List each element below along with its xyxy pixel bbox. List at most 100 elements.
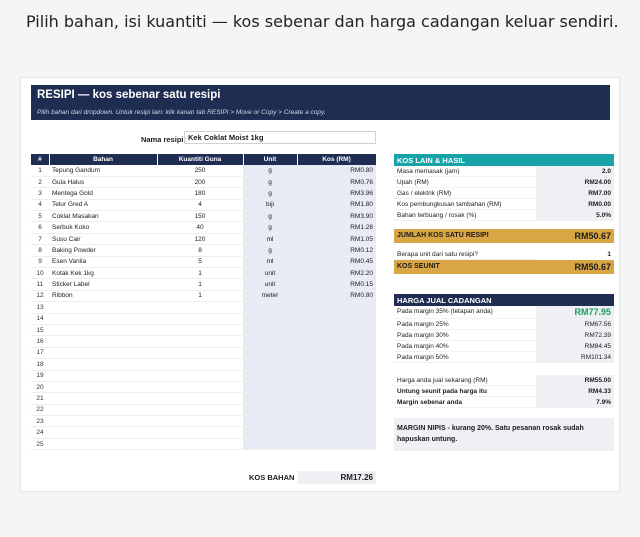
unit-cell[interactable]: unit [243, 267, 297, 280]
unit-cell[interactable] [243, 426, 297, 439]
bahan-cell[interactable]: Ribbon [49, 290, 157, 303]
kuantiti-cell[interactable] [157, 426, 243, 439]
kos-lain-row[interactable]: Bahan terbuang / rosak (%) 5.0% [394, 210, 614, 221]
kuantiti-cell[interactable] [157, 335, 243, 348]
kuantiti-cell[interactable] [157, 370, 243, 382]
harga-current-row[interactable]: Harga anda jual sekarang (RM) RM55.00 [394, 375, 614, 386]
unit-cell[interactable]: biji [243, 199, 297, 212]
kuantiti-cell[interactable] [157, 324, 243, 337]
kuantiti-cell[interactable]: 8 [157, 244, 243, 257]
ingredient-row[interactable]: 20 [31, 381, 376, 394]
unit-cell[interactable]: g [243, 176, 297, 189]
ingredient-row[interactable]: 3 Mentega Gold 180 g RM3.96 [31, 187, 376, 200]
ingredient-row[interactable]: 9 Esen Vanila 5 ml RM0.45 [31, 256, 376, 269]
unit-cell[interactable]: g [243, 244, 297, 257]
ingredient-row[interactable]: 5 Coklat Masakan 150 g RM3.90 [31, 210, 376, 223]
bahan-cell[interactable] [49, 438, 157, 451]
unit-cell[interactable]: g [243, 187, 297, 200]
bahan-cell[interactable] [49, 347, 157, 360]
unit-cell[interactable]: g [243, 221, 297, 234]
unit-cell[interactable] [243, 301, 297, 314]
kuantiti-cell[interactable]: 5 [157, 256, 243, 269]
ingredient-row[interactable]: 10 Kotak Kek 1kg 1 unit RM2.20 [31, 267, 376, 280]
ingredient-row[interactable]: 14 [31, 313, 376, 325]
bahan-cell[interactable] [49, 404, 157, 417]
kuantiti-cell[interactable] [157, 438, 243, 451]
unit-cell[interactable]: unit [243, 278, 297, 291]
ingredient-row[interactable]: 2 Gula Halus 200 g RM0.76 [31, 176, 376, 189]
kos-lain-row-value[interactable]: RM24.00 [536, 177, 614, 188]
unit-cell[interactable] [243, 324, 297, 337]
kuantiti-cell[interactable]: 200 [157, 176, 243, 189]
ingredient-row[interactable]: 18 [31, 358, 376, 371]
unit-cell[interactable] [243, 347, 297, 360]
kuantiti-cell[interactable] [157, 392, 243, 405]
berapa-unit-value[interactable]: 1 [536, 249, 614, 260]
harga-current-value[interactable]: RM55.00 [536, 375, 614, 386]
kuantiti-cell[interactable] [157, 381, 243, 394]
bahan-cell[interactable] [49, 370, 157, 382]
kos-lain-row[interactable]: Kos pembungkusan tambahan (RM) RM0.00 [394, 199, 614, 210]
unit-cell[interactable] [243, 358, 297, 371]
ingredient-row[interactable]: 21 [31, 392, 376, 405]
kuantiti-cell[interactable]: 180 [157, 187, 243, 200]
unit-cell[interactable]: meter [243, 290, 297, 303]
bahan-cell[interactable]: Gula Halus [49, 176, 157, 189]
recipe-name-input[interactable]: Kek Coklat Moist 1kg [184, 131, 376, 144]
unit-cell[interactable]: g [243, 210, 297, 223]
unit-cell[interactable]: ml [243, 256, 297, 269]
kuantiti-cell[interactable] [157, 313, 243, 325]
bahan-cell[interactable]: Sticker Label [49, 278, 157, 291]
bahan-cell[interactable]: Baking Powder [49, 244, 157, 257]
bahan-cell[interactable] [49, 415, 157, 428]
unit-cell[interactable] [243, 404, 297, 417]
kuantiti-cell[interactable]: 40 [157, 221, 243, 234]
kuantiti-cell[interactable] [157, 404, 243, 417]
ingredient-row[interactable]: 19 [31, 370, 376, 382]
bahan-cell[interactable] [49, 358, 157, 371]
unit-cell[interactable] [243, 370, 297, 382]
kuantiti-cell[interactable]: 1 [157, 278, 243, 291]
unit-cell[interactable]: ml [243, 233, 297, 246]
bahan-cell[interactable]: Coklat Masakan [49, 210, 157, 223]
kos-lain-row-value[interactable]: RM0.00 [536, 199, 614, 210]
bahan-cell[interactable] [49, 313, 157, 325]
unit-cell[interactable]: g [243, 165, 297, 177]
kuantiti-cell[interactable]: 150 [157, 210, 243, 223]
bahan-cell[interactable]: Serbuk Koko [49, 221, 157, 234]
ingredient-row[interactable]: 23 [31, 415, 376, 428]
bahan-cell[interactable] [49, 426, 157, 439]
bahan-cell[interactable]: Mentega Gold [49, 187, 157, 200]
bahan-cell[interactable]: Esen Vanila [49, 256, 157, 269]
kos-lain-row[interactable]: Masa memasak (jam) 2.0 [394, 166, 614, 177]
ingredient-row[interactable]: 4 Telur Gred A 4 biji RM1.80 [31, 199, 376, 212]
unit-cell[interactable] [243, 392, 297, 405]
bahan-cell[interactable]: Telur Gred A [49, 199, 157, 212]
unit-cell[interactable] [243, 415, 297, 428]
kuantiti-cell[interactable] [157, 347, 243, 360]
ingredient-row[interactable]: 13 [31, 301, 376, 314]
kuantiti-cell[interactable]: 250 [157, 165, 243, 177]
unit-cell[interactable] [243, 335, 297, 348]
bahan-cell[interactable] [49, 392, 157, 405]
bahan-cell[interactable]: Kotak Kek 1kg [49, 267, 157, 280]
bahan-cell[interactable] [49, 324, 157, 337]
ingredient-row[interactable]: 16 [31, 335, 376, 348]
kos-lain-row-value[interactable]: 2.0 [536, 166, 614, 177]
ingredient-row[interactable]: 6 Serbuk Koko 40 g RM1.28 [31, 221, 376, 234]
unit-cell[interactable] [243, 438, 297, 451]
bahan-cell[interactable] [49, 335, 157, 348]
ingredient-row[interactable]: 8 Baking Powder 8 g RM0.12 [31, 244, 376, 257]
ingredient-row[interactable]: 11 Sticker Label 1 unit RM0.15 [31, 278, 376, 291]
ingredient-row[interactable]: 7 Susu Cair 120 ml RM1.05 [31, 233, 376, 246]
bahan-cell[interactable]: Susu Cair [49, 233, 157, 246]
kos-lain-row-value[interactable]: RM7.00 [536, 188, 614, 199]
kuantiti-cell[interactable]: 120 [157, 233, 243, 246]
bahan-cell[interactable]: Tepung Gandum [49, 165, 157, 177]
kos-lain-row[interactable]: Gas / elektrik (RM) RM7.00 [394, 188, 614, 199]
kuantiti-cell[interactable] [157, 415, 243, 428]
ingredient-row[interactable]: 24 [31, 426, 376, 439]
kos-lain-row[interactable]: Upah (RM) RM24.00 [394, 177, 614, 188]
kuantiti-cell[interactable]: 1 [157, 290, 243, 303]
unit-cell[interactable] [243, 313, 297, 325]
